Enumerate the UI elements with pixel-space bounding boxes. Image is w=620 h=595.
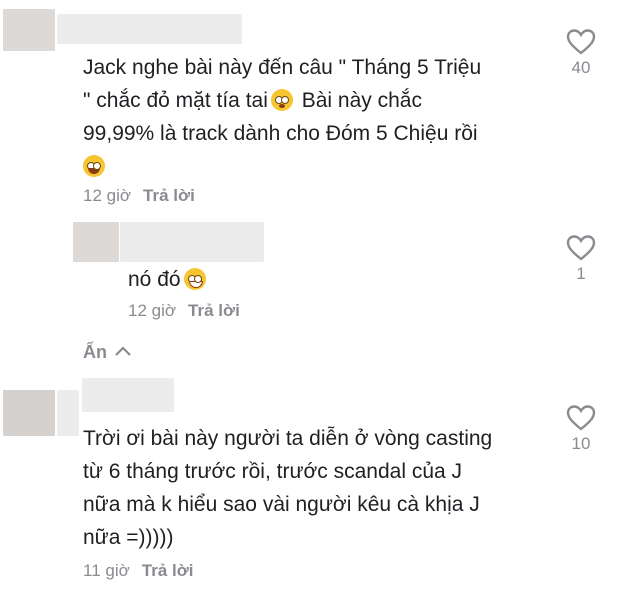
- username-redacted[interactable]: [82, 378, 174, 412]
- like-count: 10: [571, 434, 591, 453]
- comment-text: Trời ơi bài này người ta diễn ở vòng cas…: [83, 422, 553, 554]
- comment-line: nữa mà k hiểu sao vài người kêu cà khịa …: [83, 493, 480, 516]
- comment-time: 12 giờ: [83, 186, 132, 205]
- avatar[interactable]: [3, 390, 55, 436]
- comment-meta: 12 giờ Trả lời: [83, 186, 195, 206]
- like-button[interactable]: 10: [561, 404, 601, 454]
- flushed-face-icon: [270, 89, 293, 111]
- reply-button[interactable]: Trả lời: [188, 301, 240, 320]
- hide-replies-button[interactable]: Ẩn: [83, 342, 132, 363]
- avatar[interactable]: [73, 222, 119, 262]
- heart-outline-icon: [566, 235, 596, 261]
- comment-line: Jack nghe bài này đến câu " Tháng 5 Triệ…: [83, 56, 482, 79]
- username-redacted[interactable]: [120, 222, 264, 262]
- laughing-tears-face-icon: [83, 155, 105, 177]
- chevron-up-icon: [115, 346, 131, 356]
- username-redacted[interactable]: [57, 390, 79, 436]
- comment-line: [83, 150, 553, 183]
- heart-outline-icon: [566, 29, 596, 55]
- comment-line: từ 6 tháng trước rồi, trước scandal của …: [83, 460, 463, 483]
- avatar[interactable]: [3, 9, 55, 51]
- reply-button[interactable]: Trả lời: [142, 561, 194, 580]
- like-button[interactable]: 1: [561, 234, 601, 284]
- comment-line: 99,99% là track dành cho Đóm 5 Chiệu rồi: [83, 122, 478, 145]
- like-count: 1: [576, 264, 586, 283]
- comment-time: 12 giờ: [128, 301, 177, 320]
- comment-line: " chắc đỏ mặt tía tai Bài này chắc: [83, 89, 422, 112]
- sweat-smile-face-icon: [183, 268, 206, 290]
- heart-outline-icon: [566, 405, 596, 431]
- comment-meta: 11 giờ Trả lời: [83, 561, 194, 581]
- comment-meta: 12 giờ Trả lời: [128, 301, 240, 321]
- reply-button[interactable]: Trả lời: [143, 186, 195, 205]
- username-redacted[interactable]: [57, 14, 242, 44]
- like-count: 40: [571, 58, 591, 77]
- comment-text: Jack nghe bài này đến câu " Tháng 5 Triệ…: [83, 51, 553, 183]
- comment-line: nữa =))))): [83, 526, 174, 549]
- like-button[interactable]: 40: [561, 28, 601, 78]
- reply-text: nó đó: [128, 263, 209, 296]
- comment-time: 11 giờ: [83, 561, 130, 580]
- comment-line: Trời ơi bài này người ta diễn ở vòng cas…: [83, 427, 493, 450]
